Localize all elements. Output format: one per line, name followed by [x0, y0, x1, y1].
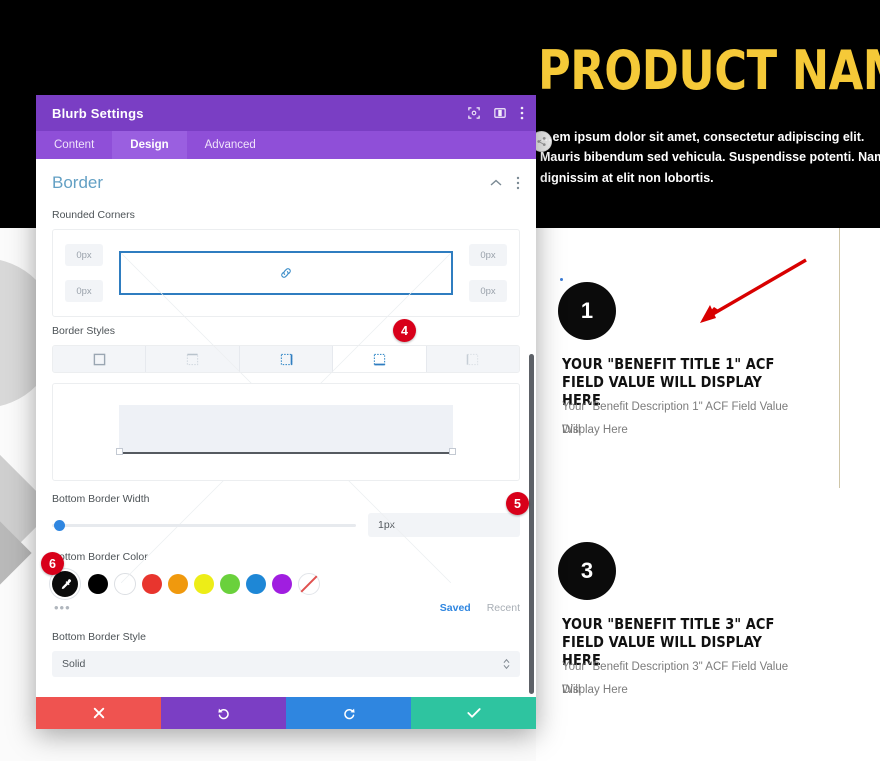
border-section-header[interactable]: Border [36, 159, 536, 203]
undo-button[interactable] [161, 697, 286, 729]
tab-advanced[interactable]: Advanced [187, 131, 274, 159]
titlebar-actions [468, 106, 524, 120]
slider-knob[interactable] [54, 519, 65, 531]
annotation-badge-6: 6 [41, 552, 64, 575]
kebab-menu-icon[interactable] [520, 106, 524, 120]
rounded-corners-control: 0px 0px 0px 0px [52, 229, 520, 317]
preview-handle [449, 448, 456, 455]
modal-footer [36, 697, 536, 729]
bottom-border-style-field: Bottom Border Style Solid [36, 631, 536, 677]
bottom-border-width-slider[interactable] [52, 516, 356, 534]
modal-scrollbar[interactable] [529, 354, 534, 694]
no-color-icon[interactable] [298, 573, 320, 595]
product-name-heading: PRODUCT NAME [538, 39, 880, 102]
corner-input-bottom-left[interactable]: 0px [65, 280, 103, 302]
corner-input-bottom-right[interactable]: 0px [469, 280, 507, 302]
corner-preview-rect [119, 251, 453, 295]
benefit-number-circle: 1 [558, 282, 616, 340]
annotation-badge-5: 5 [506, 492, 529, 515]
saved-tab[interactable]: Saved [440, 602, 471, 614]
recent-tab[interactable]: Recent [487, 602, 520, 614]
redo-button[interactable] [286, 697, 411, 729]
modal-title: Blurb Settings [52, 105, 144, 121]
settings-scroll-area: Border Rounded Corners 0px 0px 0px 0px B… [36, 159, 536, 697]
benefit-description-line-2: Display Here [562, 684, 628, 696]
bottom-border-style-label: Bottom Border Style [52, 631, 146, 643]
cancel-button[interactable] [36, 697, 161, 729]
border-preview-sample [116, 405, 456, 455]
modal-tabs: Content Design Advanced [36, 131, 536, 159]
preview-handle [116, 448, 123, 455]
bottom-border-style-value: Solid [62, 658, 86, 670]
rounded-corners-label: Rounded Corners [52, 209, 135, 221]
eyedropper-icon[interactable] [52, 571, 78, 597]
save-button[interactable] [411, 697, 536, 729]
section-title: Border [52, 173, 104, 192]
kebab-menu-icon[interactable] [516, 176, 520, 190]
product-description: …em ipsum dolor sit amet, consectetur ad… [540, 130, 880, 185]
saved-recent-tabs: Saved Recent [440, 602, 520, 614]
decor-dot [560, 278, 563, 281]
annotation-badge-4: 4 [393, 319, 416, 342]
benefit-number-circle: 3 [558, 542, 616, 600]
chevron-updown-icon [503, 658, 510, 670]
modal-body: Border Rounded Corners 0px 0px 0px 0px B… [36, 159, 536, 697]
layout-icon[interactable] [494, 107, 506, 119]
border-preview-box [52, 383, 520, 481]
slider-track [52, 523, 356, 527]
tab-content[interactable]: Content [36, 131, 112, 159]
expand-icon[interactable] [468, 107, 480, 119]
modal-titlebar: Blurb Settings [36, 95, 536, 131]
corner-input-top-right[interactable]: 0px [469, 244, 507, 266]
swatch-meta-row: ••• Saved Recent [52, 600, 520, 615]
chevron-up-icon[interactable] [490, 179, 502, 187]
benefit-description-line-2: Display Here [562, 424, 628, 436]
more-colors-button[interactable]: ••• [54, 600, 71, 615]
benefits-panel: 1 YOUR "BENEFIT TITLE 1" ACF FIELD VALUE… [536, 228, 880, 761]
vertical-divider-line [839, 228, 840, 488]
swatch-black[interactable] [88, 574, 108, 594]
link-icon[interactable] [276, 263, 296, 283]
bottom-border-style-select[interactable]: Solid [52, 651, 520, 677]
blurb-settings-modal: Blurb Settings Content Design Advanced B… [36, 95, 536, 729]
rounded-corners-field: Rounded Corners 0px 0px 0px 0px [36, 209, 536, 317]
tab-design[interactable]: Design [112, 131, 187, 159]
corner-input-top-left[interactable]: 0px [65, 244, 103, 266]
